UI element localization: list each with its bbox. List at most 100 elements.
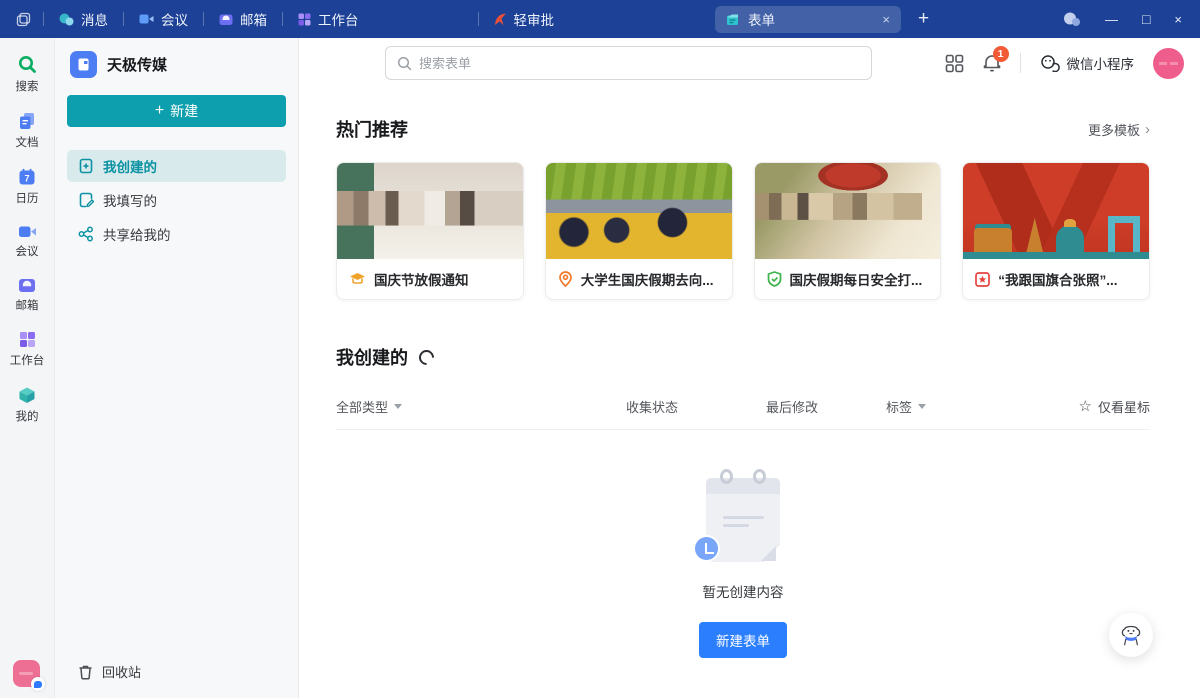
search-input[interactable] [419, 56, 860, 71]
tab-forms-active[interactable]: 表单 × [715, 6, 901, 33]
refresh-icon[interactable] [416, 346, 437, 367]
grid-squares-icon [19, 331, 36, 348]
org-name: 天极传媒 [107, 54, 167, 75]
assistant-mascot-button[interactable] [1109, 613, 1153, 657]
search-icon [18, 55, 37, 74]
search-bar[interactable] [385, 46, 872, 80]
notification-bell-icon[interactable]: 1 [983, 53, 1001, 73]
column-collect-status: 收集状态 [626, 397, 766, 416]
maximize-button[interactable]: □ [1142, 12, 1150, 26]
video-camera-icon [18, 224, 37, 239]
list-filter-row: 全部类型 收集状态 最后修改 标签 ☆ 仅看星标 [336, 397, 1150, 430]
tab-mail[interactable]: 邮箱 [204, 9, 282, 29]
skyline-decor [974, 228, 1011, 252]
tab-workbench[interactable]: 工作台 [283, 9, 374, 29]
star-only-toggle[interactable]: ☆ 仅看星标 [1079, 397, 1150, 416]
org-header[interactable]: 天极传媒 [55, 38, 298, 78]
new-form-button[interactable]: 新建表单 [699, 622, 787, 658]
rail-label: 我的 [16, 408, 39, 424]
template-card[interactable]: “我跟国旗合张照”... [962, 162, 1150, 300]
card-thumbnail [755, 163, 941, 259]
skyline-decor [1108, 216, 1140, 252]
more-templates-label: 更多模板 [1088, 120, 1140, 139]
mini-program-label: 微信小程序 [1067, 53, 1135, 73]
tab-messages[interactable]: 消息 [44, 9, 123, 29]
recycle-bin-label: 回收站 [102, 662, 141, 681]
profile-avatar[interactable] [1153, 48, 1184, 79]
more-templates-link[interactable]: 更多模板 › [1088, 120, 1150, 139]
search-icon [397, 56, 412, 71]
close-window-button[interactable]: × [1174, 13, 1182, 26]
rail-label: 会议 [16, 243, 39, 259]
new-button[interactable]: + 新建 [67, 95, 286, 127]
rail-item-meeting[interactable]: 会议 [16, 224, 39, 259]
video-camera-icon [139, 13, 154, 25]
template-card[interactable]: 国庆节放假通知 [336, 162, 524, 300]
user-avatar[interactable] [13, 660, 40, 687]
main-header: 1 微信小程序 [300, 38, 1200, 88]
rail-item-mail[interactable]: 邮箱 [16, 277, 39, 313]
rail-item-calendar[interactable]: 7 日历 [16, 168, 39, 206]
sidebar-item-shared-with-me[interactable]: 共享给我的 [67, 218, 286, 250]
form-icon [726, 13, 740, 26]
minimize-button[interactable]: — [1105, 13, 1118, 26]
flag-star-icon [975, 272, 990, 287]
close-tab-icon[interactable]: × [882, 13, 890, 26]
template-card[interactable]: 大学生国庆假期去向... [545, 162, 733, 300]
documents-icon [18, 112, 37, 130]
rail-item-mine[interactable]: 我的 [16, 386, 39, 424]
rail-item-workbench[interactable]: 工作台 [10, 331, 45, 368]
column-last-modified: 最后修改 [766, 397, 886, 416]
recycle-bin[interactable]: 回收站 [78, 662, 141, 681]
rail-label: 搜索 [16, 78, 39, 94]
template-card[interactable]: 国庆假期每日安全打... [754, 162, 942, 300]
filter-label: 全部类型 [336, 397, 388, 416]
tab-label: 轻审批 [514, 9, 555, 29]
plus-icon: + [155, 102, 164, 120]
titlebar: 消息 会议 邮箱 工作台 轻审批 表单 × + — □ × [0, 0, 1200, 38]
tab-label: 会议 [161, 9, 188, 29]
mini-program-entry[interactable]: 微信小程序 [1040, 53, 1135, 73]
location-pin-icon [558, 271, 573, 287]
doc-pencil-icon [78, 192, 94, 208]
stacked-windows-icon[interactable] [16, 12, 31, 27]
filter-label: 标签 [886, 397, 912, 416]
grid-squares-icon [298, 13, 311, 26]
envelope-icon [18, 277, 36, 293]
trash-icon [78, 664, 93, 680]
wecom-bubbles-icon[interactable] [1063, 12, 1081, 27]
rail-label: 工作台 [10, 352, 45, 368]
clock-badge-icon [693, 535, 720, 562]
main-area: 1 微信小程序 热门推荐 更多模板 › 国庆节放假通知 [300, 38, 1200, 698]
wechat-icon [1040, 55, 1060, 72]
filter-all-types[interactable]: 全部类型 [336, 397, 626, 416]
card-title-text: 国庆假期每日安全打... [790, 269, 923, 289]
rail-label: 日历 [16, 190, 39, 206]
forms-sidebar: 天极传媒 + 新建 我创建的 我填写的 共享给我的 回收站 [55, 38, 299, 698]
divider [1020, 53, 1021, 73]
rail-item-docs[interactable]: 文档 [16, 112, 39, 150]
graduation-cap-icon [349, 272, 366, 287]
chat-status-badge [31, 677, 45, 691]
shield-check-icon [767, 271, 782, 287]
sidebar-item-label: 我填写的 [103, 190, 157, 210]
apps-grid-icon[interactable] [945, 54, 964, 73]
empty-state-text: 暂无创建内容 [703, 581, 784, 601]
rail-item-search[interactable]: 搜索 [16, 55, 39, 94]
chevron-down-icon [918, 404, 926, 409]
chevron-right-icon: › [1145, 121, 1150, 138]
sidebar-item-my-created[interactable]: 我创建的 [67, 150, 286, 182]
star-only-label: 仅看星标 [1098, 397, 1150, 416]
chat-bubbles-icon [59, 13, 74, 26]
filter-tag[interactable]: 标签 [886, 397, 1079, 416]
tab-approval[interactable]: 轻审批 [479, 9, 570, 29]
sidebar-item-my-filled[interactable]: 我填写的 [67, 184, 286, 216]
rail-label: 邮箱 [16, 297, 39, 313]
tab-label: 邮箱 [240, 9, 267, 29]
card-title-text: “我跟国旗合张照”... [998, 269, 1117, 289]
skyline-decor [963, 252, 1149, 259]
tab-label: 表单 [748, 9, 874, 29]
app-rail: 搜索 文档 7 日历 会议 邮箱 工作台 我的 [0, 38, 55, 698]
new-tab-button[interactable]: + [918, 8, 929, 30]
tab-meeting[interactable]: 会议 [124, 9, 203, 29]
